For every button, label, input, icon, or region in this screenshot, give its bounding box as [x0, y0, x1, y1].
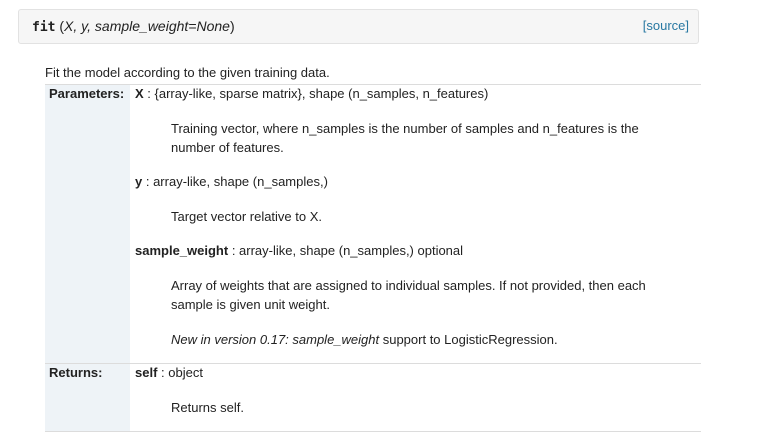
param-x-name: X: [135, 86, 144, 101]
param-sample-weight-desc-line1: Array of weights that are assigned to in…: [171, 278, 646, 293]
function-name: fit: [32, 20, 56, 35]
function-signature: fit (X, y, sample_weight=None) [source]: [18, 9, 699, 44]
field-list: Parameters: X : {array-like, sparse matr…: [45, 84, 701, 432]
signature-open-paren: (: [55, 18, 65, 34]
param-sample-weight-desc-line2: sample is given unit weight.: [171, 297, 330, 312]
signature-text: fit (X, y, sample_weight=None): [32, 18, 235, 35]
field-list-top-border: [45, 84, 701, 85]
param-x-desc-line1: Training vector, where n_samples is the …: [171, 121, 639, 136]
param-x-desc-line2: number of features.: [171, 140, 284, 155]
parameters-label-cell: Parameters:: [45, 85, 130, 363]
return-self-desc: Returns self.: [171, 400, 244, 415]
param-x-type: : {array-like, sparse matrix}, shape (n_…: [143, 86, 489, 101]
source-link[interactable]: [source]: [643, 18, 689, 33]
signature-params: X, y, sample_weight=None: [64, 18, 230, 34]
return-self-type: : object: [157, 365, 203, 380]
param-sample-weight-name: sample_weight: [135, 243, 229, 258]
versionadded-rest: support to LogisticRegression.: [379, 332, 558, 347]
returns-label-cell: Returns:: [45, 364, 130, 431]
param-y-signature: y : array-like, shape (n_samples,): [135, 174, 328, 189]
param-y-desc: Target vector relative to X.: [171, 209, 323, 224]
param-x-signature: X : {array-like, sparse matrix}, shape (…: [135, 86, 488, 101]
param-sample-weight-type: : array-like, shape (n_samples,) optiona…: [228, 243, 464, 258]
versionadded-italic: New in version 0.17: sample_weight: [171, 332, 380, 347]
signature-close-paren: ): [229, 18, 235, 34]
field-list-bottom-border: [45, 431, 701, 432]
return-self-signature: self : object: [135, 365, 203, 380]
function-description: Fit the model according to the given tra…: [45, 65, 330, 80]
param-y-type: : array-like, shape (n_samples,): [142, 174, 328, 189]
field-list-row-separator: [45, 363, 701, 364]
return-self-name: self: [135, 365, 158, 380]
param-sample-weight-signature: sample_weight : array-like, shape (n_sam…: [135, 243, 463, 258]
returns-label: Returns:: [49, 365, 103, 380]
param-sample-weight-versionadded: New in version 0.17: sample_weight suppo…: [171, 332, 558, 347]
parameters-label: Parameters:: [49, 86, 125, 101]
